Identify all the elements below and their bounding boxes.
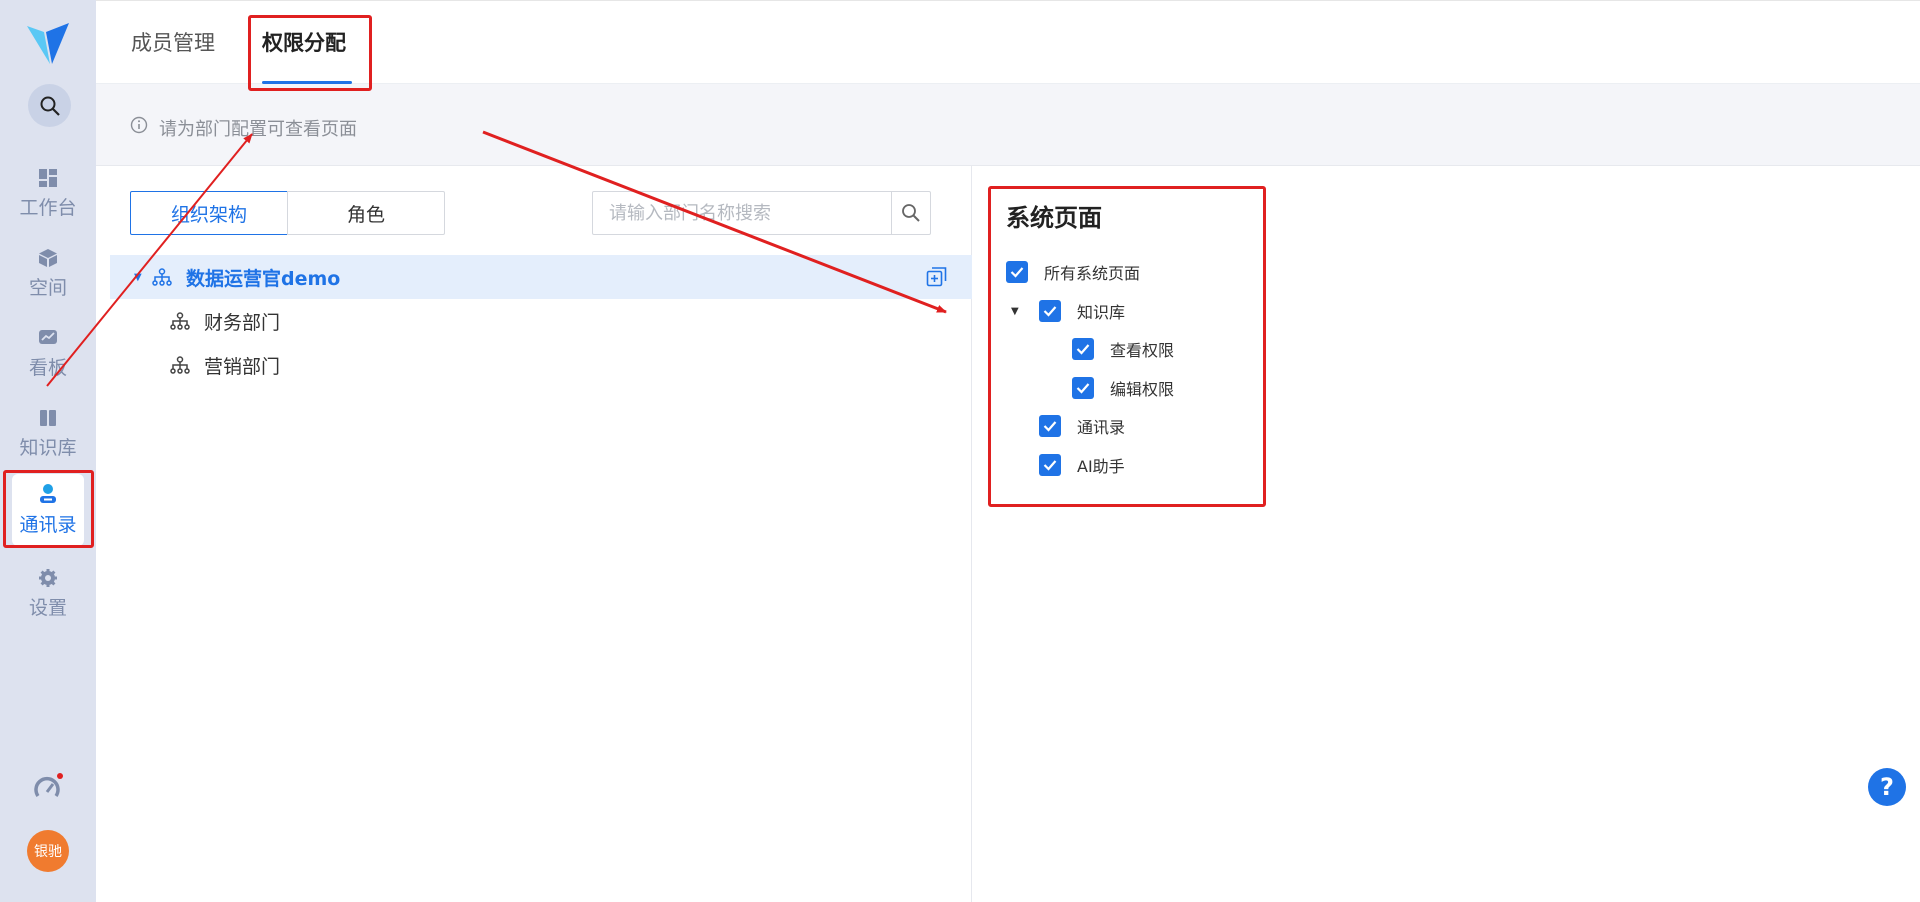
department-search-button[interactable]: [891, 191, 931, 235]
checkbox-checked[interactable]: [1039, 454, 1061, 476]
checkbox-checked[interactable]: [1006, 261, 1028, 283]
checkbox-ai-assistant[interactable]: AI助手: [1039, 452, 1125, 478]
tree-node-label: 营销部门: [204, 355, 281, 378]
copy-permission-icon[interactable]: [926, 266, 948, 288]
gear-icon: [39, 569, 57, 587]
notice-text: 请为部门配置可查看页面: [159, 119, 357, 140]
tree-node-label: 财务部门: [204, 311, 281, 334]
tab-member-management[interactable]: 成员管理: [131, 27, 215, 57]
global-search-button[interactable]: [28, 84, 71, 127]
search-icon: [902, 204, 920, 222]
sidebar-item-label: 工作台: [19, 197, 77, 219]
checkbox-all-system-pages[interactable]: 所有系统页面: [1006, 259, 1140, 285]
notice-bar: 请为部门配置可查看页面: [96, 84, 1920, 166]
header-tabs: 成员管理 权限分配: [96, 0, 1920, 84]
tree-node-label: 数据运营官demo: [186, 267, 341, 290]
gauge-icon: [34, 773, 63, 798]
checkbox-checked[interactable]: [1039, 300, 1061, 322]
checkbox-label: 通讯录: [1077, 418, 1126, 437]
department-search-input[interactable]: [592, 191, 892, 235]
department-panel: 组织架构 角色 ▼ 数据运营官demo 财务部门 营销部门: [96, 166, 972, 902]
segment-role[interactable]: 角色: [287, 191, 445, 235]
speed-gauge-button[interactable]: [34, 772, 64, 802]
check-icon: [1010, 267, 1024, 278]
check-icon: [1076, 383, 1090, 394]
sidebar-item-label: 通讯录: [19, 514, 77, 536]
checkbox-knowledge-base[interactable]: ▼ 知识库: [1011, 298, 1126, 324]
tree-node-marketing[interactable]: 营销部门: [110, 343, 972, 387]
cube-icon: [39, 249, 57, 267]
checkbox-contacts[interactable]: 通讯录: [1039, 413, 1125, 439]
avatar[interactable]: 银驰: [27, 830, 69, 872]
check-icon: [1043, 421, 1057, 432]
checkbox-view-permission[interactable]: 查看权限: [1072, 336, 1174, 362]
caret-down-icon[interactable]: ▼: [1011, 306, 1019, 317]
sidebar-item-space[interactable]: 空间: [12, 238, 84, 310]
tree-node-root[interactable]: ▼ 数据运营官demo: [110, 255, 972, 299]
checkbox-label: AI助手: [1077, 457, 1125, 476]
checkbox-checked[interactable]: [1039, 415, 1061, 437]
book-icon: [40, 410, 56, 426]
sidebar-item-workbench[interactable]: 工作台: [12, 158, 84, 230]
chart-board-icon: [39, 330, 57, 344]
sidebar-item-label: 看板: [28, 357, 67, 379]
checkbox-label: 查看权限: [1110, 341, 1175, 360]
help-button[interactable]: ?: [1868, 768, 1906, 806]
checkbox-checked[interactable]: [1072, 377, 1094, 399]
contacts-icon: [40, 484, 56, 503]
caret-down-icon[interactable]: ▼: [134, 272, 142, 283]
checkbox-label: 知识库: [1077, 303, 1126, 322]
checkbox-label: 编辑权限: [1110, 380, 1175, 399]
sidebar-item-knowledge[interactable]: 知识库: [12, 398, 84, 470]
segment-org-structure[interactable]: 组织架构: [130, 191, 288, 235]
dashboard-icon: [39, 169, 57, 187]
org-chart-icon: [170, 356, 190, 374]
sidebar: 工作台 空间 看板 知识库 通讯录 设置 银驰: [0, 0, 96, 902]
checkbox-edit-permission[interactable]: 编辑权限: [1072, 375, 1174, 401]
sidebar-item-settings[interactable]: 设置: [12, 558, 84, 630]
sidebar-item-contacts[interactable]: 通讯录: [12, 474, 84, 546]
sidebar-item-label: 空间: [28, 277, 67, 299]
org-chart-icon: [152, 268, 172, 286]
logo: [24, 20, 72, 66]
panel-title: 系统页面: [1006, 204, 1102, 232]
check-icon: [1043, 460, 1057, 471]
check-icon: [1076, 344, 1090, 355]
check-icon: [1043, 306, 1057, 317]
checkbox-checked[interactable]: [1072, 338, 1094, 360]
tab-permission-assignment[interactable]: 权限分配: [262, 27, 346, 57]
org-chart-icon: [170, 312, 190, 330]
sidebar-item-board[interactable]: 看板: [12, 318, 84, 390]
system-pages-panel: 系统页面 所有系统页面 ▼ 知识库 查看权限 编辑权限 通讯录 AI助手: [972, 166, 1920, 902]
tree-node-finance[interactable]: 财务部门: [110, 299, 972, 343]
sidebar-item-label: 设置: [28, 597, 67, 619]
checkbox-label: 所有系统页面: [1044, 264, 1141, 283]
sidebar-item-label: 知识库: [19, 437, 77, 459]
info-icon: [130, 116, 148, 134]
search-icon: [40, 96, 60, 116]
